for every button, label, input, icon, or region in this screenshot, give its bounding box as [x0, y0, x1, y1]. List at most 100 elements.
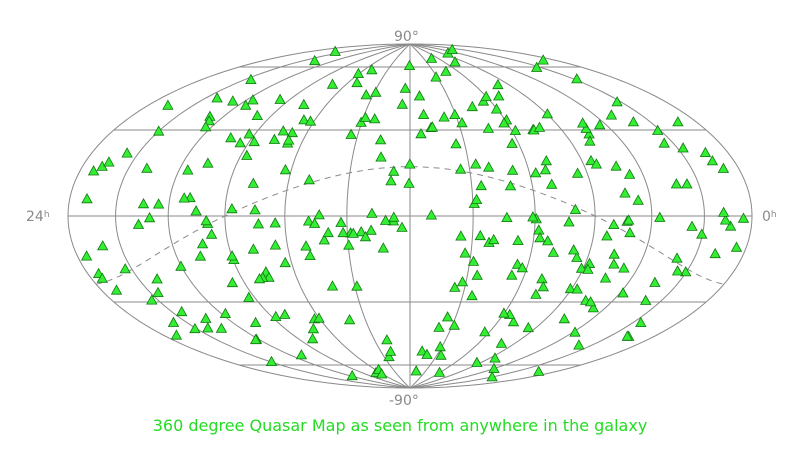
quasar-marker	[654, 211, 666, 222]
quasar-marker	[677, 142, 689, 153]
quasar-marker	[573, 339, 585, 350]
quasar-marker	[539, 164, 552, 175]
quasar-marker	[696, 228, 708, 239]
quasar-marker	[624, 226, 636, 238]
quasar-marker	[658, 137, 670, 148]
sky-map	[67, 43, 753, 389]
quasar-marker	[455, 230, 467, 241]
quasar-marker	[132, 218, 145, 229]
quasar-marker	[536, 272, 548, 284]
quasar-marker	[547, 246, 560, 257]
quasar-marker	[369, 113, 381, 124]
quasar-marker	[479, 326, 491, 337]
quasar-marker	[303, 173, 315, 185]
quasar-marker	[388, 211, 400, 222]
quasar-marker	[306, 332, 319, 344]
quasar-marker	[176, 305, 188, 317]
quasar-marker	[632, 194, 644, 205]
quasar-marker	[162, 99, 174, 110]
quasar-marker	[482, 122, 495, 133]
quasar-marker	[119, 263, 131, 274]
quasar-marker	[365, 224, 377, 235]
quasar-marker	[247, 243, 260, 254]
quasar-marker	[225, 131, 237, 143]
quasar-marker	[279, 308, 291, 319]
quasar-marker	[440, 65, 452, 76]
quasar-marker	[343, 239, 355, 250]
quasar-marker	[351, 76, 363, 88]
quasar-marker	[649, 276, 661, 287]
quasar-marker	[313, 209, 325, 220]
quasar-marker	[618, 262, 630, 273]
quasar-marker	[270, 310, 282, 322]
quasar-marker	[433, 366, 446, 377]
quasar-marker	[501, 211, 513, 223]
quasar-marker	[493, 90, 505, 101]
quasar-marker	[471, 269, 483, 280]
quasar-marker	[343, 313, 356, 325]
quasar-marker	[512, 234, 524, 246]
quasar-marker	[322, 226, 334, 238]
quasar-marker	[610, 160, 622, 171]
quasar-marker	[533, 121, 546, 132]
quasar-marker	[110, 284, 123, 295]
quasar-marker	[404, 158, 416, 169]
quasar-marker	[298, 98, 310, 109]
quasar-marker	[295, 349, 308, 360]
quasar-marker	[370, 86, 382, 97]
quasar-marker	[137, 197, 150, 209]
right-ra-label: 0h	[762, 210, 777, 224]
quasar-marker	[454, 163, 467, 174]
quasar-marker	[143, 211, 156, 223]
quasar-marker	[326, 78, 339, 89]
quasar-marker	[425, 52, 438, 63]
quasar-marker	[190, 205, 202, 216]
quasar-marker	[226, 276, 239, 288]
quasar-marker	[623, 168, 636, 179]
quasar-marker	[417, 108, 430, 119]
quasar-marker	[608, 258, 620, 269]
quasar-marker	[699, 146, 712, 158]
quasar-marker	[608, 218, 620, 230]
quasar-marker	[430, 71, 442, 82]
quasar-marker	[563, 216, 575, 227]
quasar-marker	[152, 286, 164, 298]
quasar-marker	[438, 111, 450, 122]
quasar-marker	[413, 90, 426, 101]
quasar-marker	[399, 82, 411, 93]
quasar-marker	[384, 345, 397, 356]
quasar-marker	[170, 329, 183, 340]
quasar-marker	[448, 319, 460, 330]
quasar-marker	[730, 241, 743, 252]
quasar-marker	[466, 289, 478, 301]
quasar-marker	[533, 365, 545, 376]
quasar-marker	[359, 111, 372, 122]
quasar-marker	[506, 137, 518, 148]
quasar-marker	[681, 178, 693, 189]
quasar-marker	[403, 177, 415, 188]
right-ra-value: 0	[762, 209, 771, 225]
south-pole-label: -90°	[389, 393, 419, 409]
quasar-marker	[269, 239, 282, 250]
quasar-marker	[205, 228, 218, 239]
quasar-marker	[640, 294, 652, 305]
quasar-marker	[671, 252, 683, 263]
coordinate-grid	[67, 43, 753, 389]
north-pole-label: 90°	[394, 29, 419, 45]
quasar-marker	[97, 240, 109, 251]
quasar-marker	[672, 116, 684, 127]
quasar-marker	[251, 109, 263, 120]
quasar-marker	[175, 260, 187, 271]
quasar-marker	[737, 212, 750, 223]
quasar-marker	[326, 280, 339, 291]
quasar-marker	[471, 356, 483, 367]
quasar-marker	[141, 162, 153, 173]
quasar-marker	[167, 316, 180, 327]
quasar-marker	[594, 118, 606, 130]
quasar-marker	[530, 167, 542, 178]
quasar-marker	[252, 218, 265, 229]
quasar-marker	[279, 163, 292, 175]
quasar-marker	[608, 248, 620, 259]
quasar-marker	[396, 98, 408, 109]
quasar-marker	[441, 311, 454, 322]
